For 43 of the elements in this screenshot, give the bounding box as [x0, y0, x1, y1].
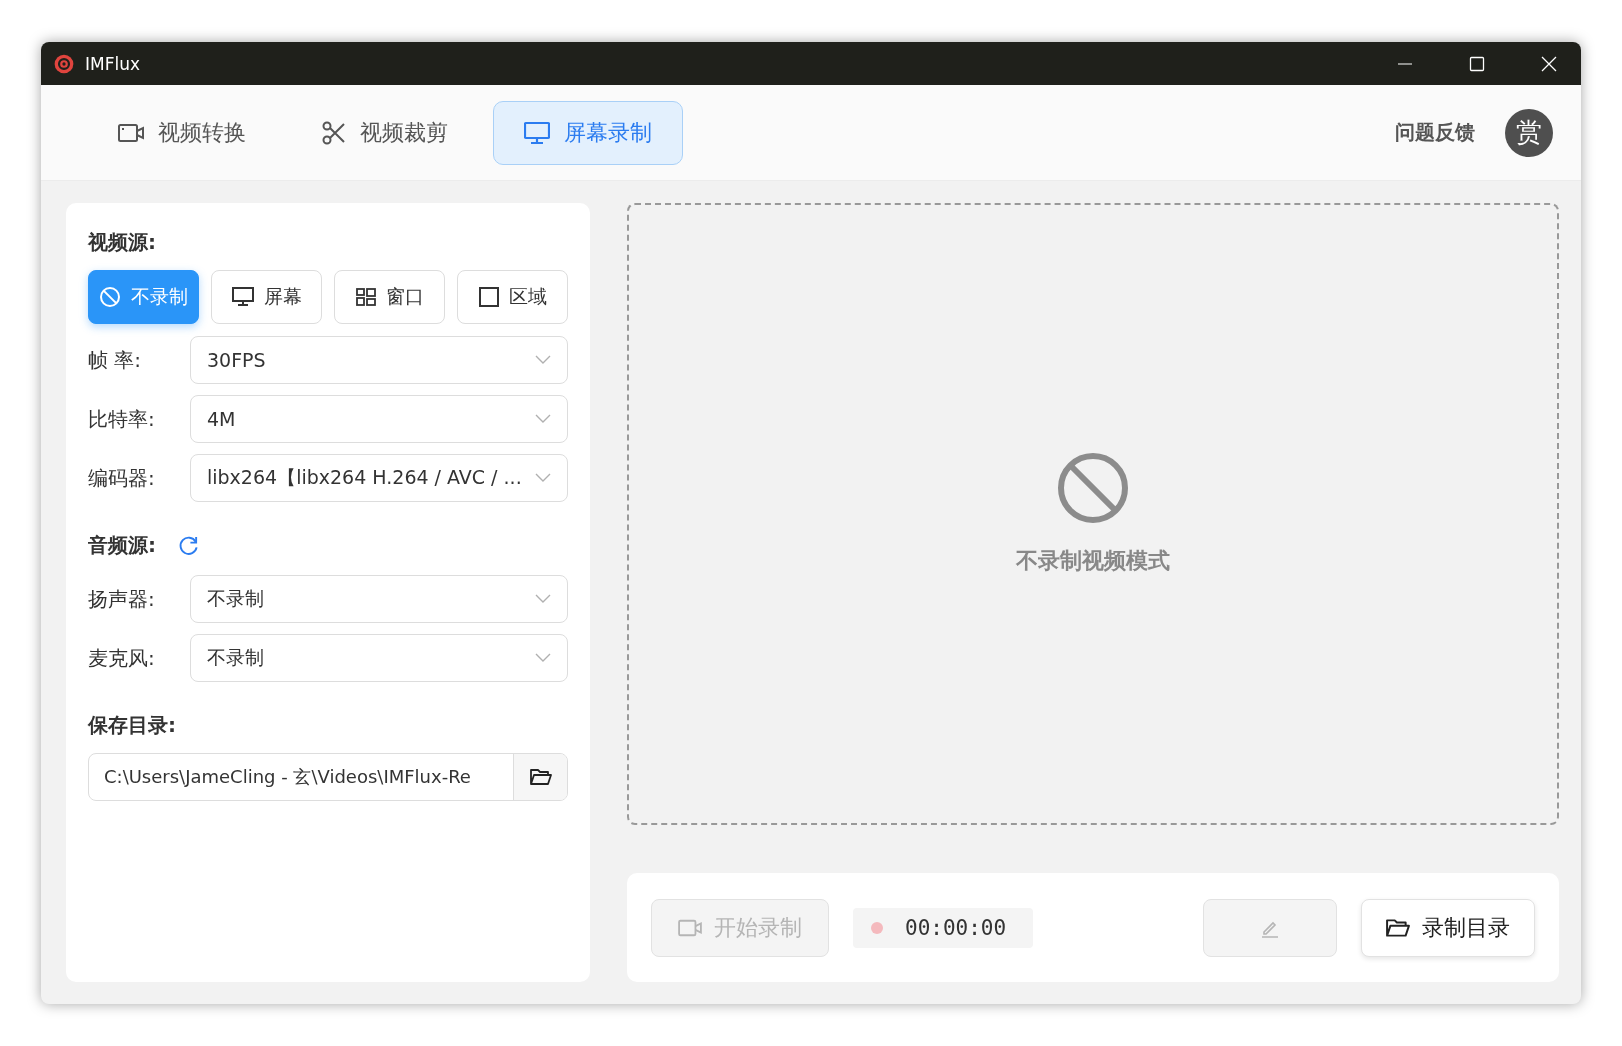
field-label: 比特率:: [88, 405, 156, 433]
nav-tab[interactable]: 视频转换: [87, 100, 277, 165]
maximize-icon[interactable]: [1469, 55, 1485, 72]
app-logo-icon: [53, 52, 75, 75]
scissors-icon: [322, 120, 346, 145]
field-label: 编码器:: [88, 464, 156, 492]
dropdown-field[interactable]: 不录制: [190, 575, 568, 623]
square-icon: [478, 287, 499, 307]
recording-timer: 00:00:00: [853, 907, 1033, 948]
prohibited-icon: [1057, 452, 1129, 524]
chevron-down-icon: [535, 653, 551, 663]
dropdown-field[interactable]: 不录制: [190, 634, 568, 682]
close-icon[interactable]: [1541, 55, 1557, 72]
monitor-icon: [231, 287, 254, 307]
chevron-down-icon: [535, 355, 551, 365]
feedback-link[interactable]: 问题反馈: [1395, 119, 1475, 146]
monitor-icon: [524, 120, 550, 145]
window-title: IMFlux: [85, 53, 141, 74]
dropdown-field[interactable]: libx264【libx264 H.264 / AVC / ...: [190, 454, 568, 502]
prohibited-icon: [99, 286, 121, 308]
source-button[interactable]: 区域: [457, 270, 568, 324]
chevron-down-icon: [535, 414, 551, 424]
refresh-icon[interactable]: [178, 535, 199, 556]
nav-tab[interactable]: 视频裁剪: [291, 100, 479, 165]
field-label: 扬声器:: [88, 585, 156, 613]
windows-grid-icon: [355, 288, 376, 306]
reward-avatar[interactable]: 赏: [1505, 108, 1553, 157]
chevron-down-icon: [535, 473, 551, 483]
source-button[interactable]: 屏幕: [211, 270, 322, 324]
video-camera-icon: [678, 917, 702, 938]
field-label: 麦克风:: [88, 644, 156, 672]
dropdown-field[interactable]: 4M: [190, 395, 568, 443]
preview-message: 不录制视频模式: [1016, 547, 1170, 575]
section-label: 音频源:: [88, 532, 156, 559]
open-folder-button[interactable]: 录制目录: [1361, 898, 1535, 957]
dropdown-field[interactable]: 30FPS: [190, 336, 568, 384]
chevron-down-icon: [535, 594, 551, 604]
source-button[interactable]: 窗口: [334, 270, 445, 324]
section-label: 视频源:: [88, 229, 157, 256]
section-label: 保存目录:: [88, 712, 177, 739]
video-camera-icon: [118, 121, 144, 144]
folder-icon: [1386, 917, 1410, 938]
field-label: 帧 率:: [88, 346, 143, 374]
